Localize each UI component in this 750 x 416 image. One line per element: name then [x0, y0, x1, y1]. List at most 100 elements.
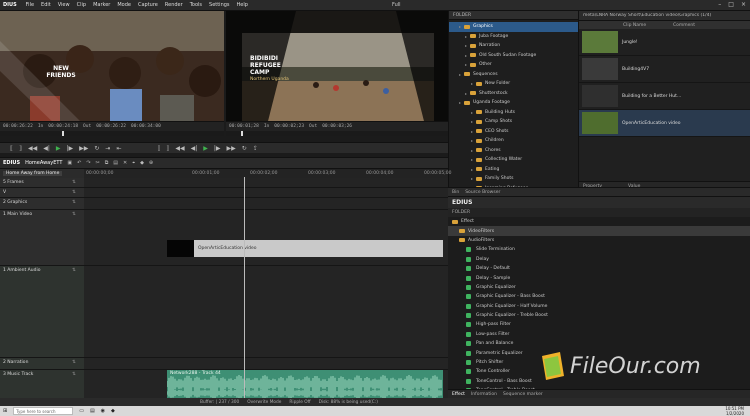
tab-bin[interactable]: Bin [452, 190, 459, 195]
menu-mode[interactable]: Mode [117, 2, 131, 8]
track-header[interactable]: 2 Narration ⇅ [0, 358, 84, 370]
recorder-out-tc[interactable]: 00:00:03;26 [322, 124, 352, 129]
redo-icon[interactable]: ↷ [86, 160, 90, 166]
bin-col-comment[interactable]: Comment [673, 23, 695, 28]
windows-start-icon[interactable]: ⊞ [3, 408, 7, 414]
player-scrubber[interactable] [0, 131, 224, 136]
recorder-scrub-handle[interactable] [241, 131, 243, 136]
minimize-icon[interactable]: – [718, 1, 721, 8]
effect-item[interactable]: Delay - Sample [448, 273, 750, 282]
folder-item[interactable]: ▸ Graphics [449, 22, 578, 32]
track-header[interactable]: 1 Ambient Audio ⇅ [0, 266, 84, 358]
player-monitor[interactable]: NEW FRIENDS [0, 11, 224, 129]
frame-back-icon[interactable]: ◀| [43, 145, 50, 152]
task-view-icon[interactable]: ▭ [79, 408, 84, 414]
effect-item[interactable]: High-pass Filter [448, 320, 750, 329]
folder-item[interactable]: ▸ Juba Footage [449, 32, 578, 42]
rec-frame-forward-icon[interactable]: |▶ [214, 145, 221, 152]
folder-item[interactable]: ▸ Camp Shots [449, 117, 578, 127]
step-forward-icon[interactable]: ▶▶ [79, 145, 88, 152]
effect-folder[interactable]: AudioFilters [448, 236, 750, 245]
save-icon[interactable]: ▣ [67, 160, 72, 166]
effect-folder[interactable]: VideoFilters [448, 226, 750, 236]
folder-item[interactable]: ▸ Building Huts [449, 108, 578, 118]
track-header[interactable]: 1 Main Video ⇅ [0, 210, 84, 266]
folder-item[interactable]: ▸ Eating [449, 165, 578, 175]
bin-col-clipname[interactable]: Clip Name [583, 23, 673, 28]
menu-capture[interactable]: Capture [138, 2, 158, 8]
track-lane[interactable] [84, 188, 448, 198]
folder-item[interactable]: ▸ Family Shots [449, 174, 578, 184]
menu-settings[interactable]: Settings [209, 2, 230, 8]
effect-item[interactable]: Pan and Balance [448, 339, 750, 348]
folder-item[interactable]: ▸ Old South Sudan Footage [449, 51, 578, 61]
layout-preset-dropdown[interactable]: Full [392, 2, 401, 8]
menu-view[interactable]: View [58, 2, 70, 8]
menu-help[interactable]: Help [237, 2, 248, 8]
bin-clip[interactable]: Building for a Better Hut... [579, 83, 750, 110]
track-toggle-icon[interactable]: ⇅ [72, 200, 76, 205]
effect-item[interactable]: Graphic Equalizer - Treble Boost [448, 311, 750, 320]
status-mode[interactable]: Overwrite Mode [247, 400, 281, 405]
bin-clip[interactable]: OpenArticEducation video [579, 110, 750, 137]
sequence-name[interactable]: HomeAwayETT [25, 160, 62, 166]
menu-tools[interactable]: Tools [190, 2, 202, 8]
effect-folder[interactable]: Effect [448, 217, 750, 226]
folder-item[interactable]: ▸ Shutterstock [449, 89, 578, 99]
insert-icon[interactable]: ⇥ [105, 145, 110, 152]
loop-icon[interactable]: ↻ [94, 145, 99, 152]
track-toggle-icon[interactable]: ⇅ [72, 180, 76, 185]
delete-icon[interactable]: ✕ [123, 160, 127, 166]
menu-edit[interactable]: Edit [41, 2, 51, 8]
tab-effect[interactable]: Effect [452, 392, 465, 397]
track-header[interactable]: 5 Frames ⇅ [0, 178, 84, 188]
effect-item[interactable]: Delay - Default [448, 264, 750, 273]
frame-forward-icon[interactable]: |▶ [66, 145, 73, 152]
overwrite-icon[interactable]: ⇤ [116, 145, 121, 152]
recorder-scrubber[interactable] [226, 131, 448, 136]
audio-clip[interactable]: Network288 - Track 44 [167, 370, 443, 399]
bin-clip[interactable]: Jungle! [579, 29, 750, 56]
cut-icon[interactable]: ✂ [96, 160, 100, 166]
paste-icon[interactable]: ▤ [113, 160, 118, 166]
snap-icon[interactable]: ⌖ [132, 160, 135, 166]
recorder-in-tc[interactable]: 00:00:02;23 [274, 124, 304, 129]
copy-icon[interactable]: ⧉ [105, 160, 109, 166]
sequence-tab[interactable]: Home Away from Home [3, 171, 63, 176]
maximize-icon[interactable]: □ [728, 1, 734, 8]
menu-marker[interactable]: Marker [93, 2, 110, 8]
rec-step-back-icon[interactable]: ◀◀ [175, 145, 184, 152]
rec-frame-back-icon[interactable]: ◀| [191, 145, 198, 152]
folder-item[interactable]: ▸ Chores [449, 146, 578, 156]
track-lane[interactable] [84, 210, 448, 266]
track-toggle-icon[interactable]: ⇅ [72, 190, 76, 195]
folder-item[interactable]: ▸ Collecting Water [449, 155, 578, 165]
menu-clip[interactable]: Clip [77, 2, 86, 8]
track-header[interactable]: 3 Music Track ⇅ [0, 370, 84, 399]
bin-clip[interactable]: Building4V7 [579, 56, 750, 83]
folder-item[interactable]: ▸ CEO Shots [449, 127, 578, 137]
timeline-ruler[interactable]: Home Away from Home 00:00:00;00 00:00:01… [0, 168, 451, 178]
menu-file[interactable]: File [26, 2, 34, 8]
track-lane[interactable] [84, 358, 448, 370]
mark-out-icon[interactable]: ⟧ [19, 145, 22, 152]
effect-item[interactable]: Graphic Equalizer - Half Volume [448, 302, 750, 311]
marker-icon[interactable]: ◆ [140, 160, 144, 166]
track-toggle-icon[interactable]: ⇅ [72, 212, 76, 217]
taskbar-search[interactable]: Type here to search [13, 407, 74, 415]
effect-item[interactable]: Low-pass Filter [448, 330, 750, 339]
player-in-tc[interactable]: 00:00:24:18 [48, 124, 78, 129]
rec-mark-out-icon[interactable]: ⟧ [166, 145, 169, 152]
player-scrub-handle[interactable] [62, 131, 64, 136]
rec-play-icon[interactable]: ▶ [203, 145, 208, 152]
undo-icon[interactable]: ↶ [77, 160, 81, 166]
close-icon[interactable]: × [741, 1, 746, 8]
track-toggle-icon[interactable]: ⇅ [72, 268, 76, 273]
status-ripple[interactable]: Ripple Off [289, 400, 310, 405]
effect-item[interactable]: Slide Termination [448, 245, 750, 254]
tab-information[interactable]: Information [471, 392, 497, 397]
play-icon[interactable]: ▶ [56, 145, 61, 152]
folder-item[interactable]: ▸ Children [449, 136, 578, 146]
track-toggle-icon[interactable]: ⇅ [72, 372, 76, 377]
folder-item[interactable]: ▸ Narration [449, 41, 578, 51]
